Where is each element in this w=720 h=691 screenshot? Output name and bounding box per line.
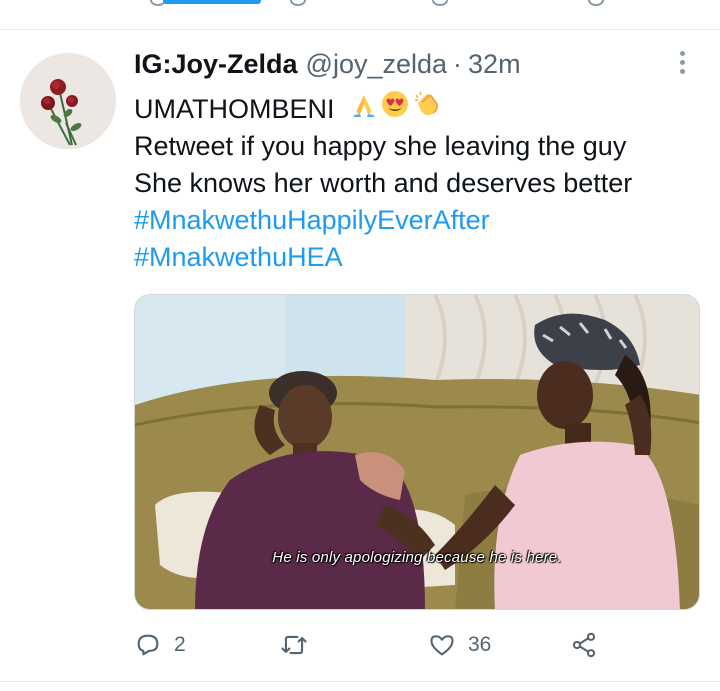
retweet-icon[interactable] [290,0,306,6]
rose-avatar-image [20,53,116,149]
tweet[interactable]: IG:Joy-Zelda @joy_zelda · 32m UMATHOMBEN… [0,31,720,691]
tweet-line-1: UMATHOMBENI [134,89,704,128]
tweet-media-image[interactable]: He is only apologizing because he is her… [134,294,700,610]
share-button[interactable] [570,631,598,659]
folded-hands-icon [354,95,375,117]
tweet-action-bar: 2 36 [134,631,700,661]
share-icon [572,632,596,658]
timestamp[interactable]: 32m [468,49,521,80]
more-options-icon[interactable] [680,51,688,77]
tweet-line-3: She knows her worth and deserves better [134,168,633,198]
like-icon[interactable] [432,0,448,6]
avatar[interactable] [20,53,116,149]
separator-dot: · [453,49,463,79]
emoji-group [350,89,442,119]
previous-tweet-actions [0,0,720,30]
hashtag-link-2[interactable]: #MnakwethuHEA [134,239,704,276]
display-name[interactable]: IG:Joy-Zelda [134,49,298,80]
reply-button[interactable]: 2 [134,631,186,659]
hashtag-link-1[interactable]: #MnakwethuHappilyEverAfter [134,202,704,239]
user-handle[interactable]: @joy_zelda [306,49,448,80]
media-subtitle: He is only apologizing because he is her… [272,549,562,566]
tweet-line-1-text: UMATHOMBENI [134,94,335,124]
retweet-button[interactable] [279,631,321,659]
reply-icon [137,634,159,656]
reply-count: 2 [174,633,186,656]
heart-icon [430,635,454,656]
tweet-line-2: Retweet if you happy she leaving the guy [134,131,627,161]
tweet-divider [0,681,720,682]
tweet-text: UMATHOMBENI Retweet if you happy she lea… [134,89,704,276]
tweet-header: IG:Joy-Zelda @joy_zelda · 32m [134,49,521,80]
share-icon[interactable] [588,0,604,6]
retweet-icon [281,635,307,655]
clapping-hands-icon [415,91,438,115]
media-overlay-strip [163,0,261,4]
heart-eyes-icon [382,91,409,117]
like-button[interactable]: 36 [428,631,491,659]
like-count: 36 [468,633,492,656]
